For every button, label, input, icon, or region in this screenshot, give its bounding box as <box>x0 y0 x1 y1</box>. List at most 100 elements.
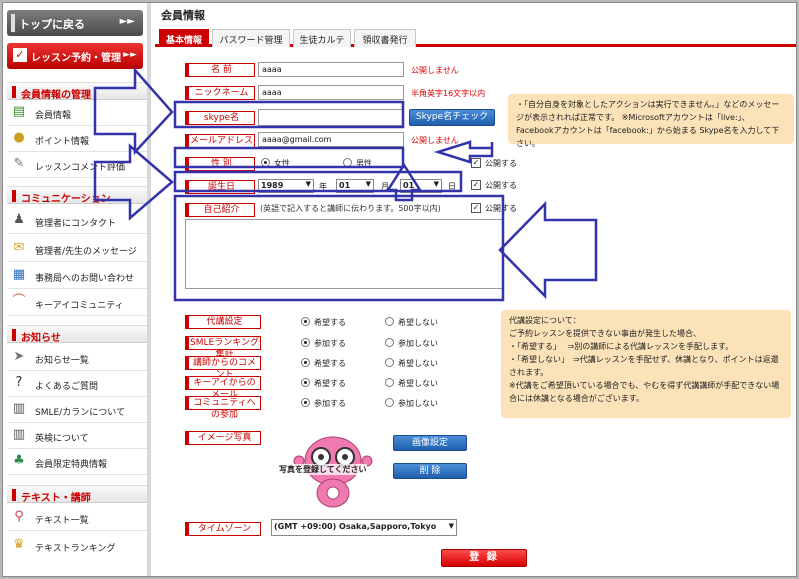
substitute-note-line: 代講設定について： <box>509 316 581 325</box>
image-set-button[interactable]: 画像設定 <box>393 435 467 451</box>
skype-note-box: ・「自分自身を対象としたアクションは実行できません。」などのメッセージが表示され… <box>508 94 794 148</box>
sidebar-item-member-benefits[interactable]: ♣ 会員限定特典情報 <box>7 449 147 475</box>
sidebar-item-member-info[interactable]: ▤ 会員情報 <box>7 100 147 126</box>
substitute-note-line: ・「希望する」 ⇒別の講師による代講レッスンを手配します。 <box>509 342 734 351</box>
double-chevron-icon: ►► <box>119 16 135 27</box>
birth-day-select[interactable]: 01 ▼ <box>400 179 442 193</box>
sidebar: トップに戻る ►► ✓ レッスン予約・管理 ►► 会員情報の管理 ▤ 会員情報 ●… <box>3 3 151 576</box>
sidebar-item-label: よくあるご質問 <box>35 382 99 392</box>
substitute-no-radio[interactable] <box>385 317 394 326</box>
gender-public-checkbox[interactable]: ✓ <box>471 158 481 168</box>
sidebar-item-faq[interactable]: ? よくあるご質問 <box>7 371 147 397</box>
day-unit: 日 <box>448 182 456 191</box>
section-news: お知らせ <box>7 325 147 344</box>
lesson-booking-button[interactable]: ✓ レッスン予約・管理 ►► <box>7 43 143 69</box>
birth-month-select[interactable]: 01 ▼ <box>336 179 374 193</box>
window-frame: トップに戻る ►► ✓ レッスン予約・管理 ►► 会員情報の管理 ▤ 会員情報 ●… <box>2 2 797 577</box>
name-note: 公開しません <box>411 66 459 75</box>
skype-input[interactable] <box>258 109 404 126</box>
community-skip-radio[interactable] <box>385 398 394 407</box>
intro-label: 自己紹介 <box>185 203 255 217</box>
birth-year-value: 1989 <box>261 181 284 190</box>
community-join-radio[interactable] <box>301 398 310 407</box>
keyi-mail-no-radio[interactable] <box>385 378 394 387</box>
gender-male-label: 男性 <box>356 159 372 168</box>
email-input[interactable]: aaaa@gmail.com <box>258 132 404 147</box>
timezone-label: タイムゾーン <box>185 522 261 536</box>
birth-day-value: 01 <box>403 181 415 190</box>
smle-ranking-skip-label: 参加しない <box>398 339 438 348</box>
smle-ranking-join-label: 参加する <box>314 339 346 348</box>
tab-password[interactable]: パスワード管理 <box>212 29 290 47</box>
skype-note-text: ・「自分自身を対象としたアクションは実行できません。」などのメッセージが表示され… <box>516 100 780 148</box>
sidebar-item-news-list[interactable]: ➤ お知らせ一覧 <box>7 345 147 371</box>
keyi-mail-yes-label: 希望する <box>314 379 346 388</box>
main-content: 会員情報 基本情報 パスワード管理 生徒カルテ 領収書発行 名 前 aaaa 公… <box>155 3 796 576</box>
community-join-label: 参加する <box>314 399 346 408</box>
tab-basic-info[interactable]: 基本情報 <box>159 29 209 47</box>
year-unit: 年 <box>319 182 327 191</box>
intro-public-label: 公開する <box>485 204 517 213</box>
teacher-comment-no-radio[interactable] <box>385 358 394 367</box>
smle-ranking-skip-radio[interactable] <box>385 338 394 347</box>
community-skip-label: 参加しない <box>398 399 438 408</box>
birth-year-select[interactable]: 1989 ▼ <box>258 179 314 193</box>
timezone-select[interactable]: (GMT +09:00) Osaka,Sapporo,Tokyo ▼ <box>271 519 457 536</box>
top-page-button[interactable]: トップに戻る ►► <box>7 10 143 36</box>
name-input[interactable]: aaaa <box>258 62 404 77</box>
register-button[interactable]: 登 録 <box>441 549 527 567</box>
sidebar-item-community[interactable]: ⌒ キーアイコミュニティ <box>7 290 147 316</box>
section-text-teacher: テキスト・講師 <box>7 485 147 504</box>
substitute-label: 代講設定 <box>185 315 261 329</box>
sidebar-item-points[interactable]: ● ポイント情報 <box>7 126 147 152</box>
keyi-mail-no-label: 希望しない <box>398 379 438 388</box>
sidebar-item-smle[interactable]: ▥ SMLE/カランについて <box>7 397 147 423</box>
intro-textarea[interactable] <box>185 219 503 289</box>
pencil-icon: ✎ <box>13 156 25 171</box>
sidebar-item-label: SMLE/カランについて <box>35 408 125 418</box>
pin-icon: ⚲ <box>14 509 24 524</box>
intro-hint: (英語で記入すると講師に伝わります。500字以内) <box>260 204 441 213</box>
chevron-down-icon: ▼ <box>365 180 371 188</box>
sidebar-item-text-ranking[interactable]: ♛ テキストランキング <box>7 533 147 559</box>
top-page-label: トップに戻る <box>19 18 85 31</box>
sidebar-item-label: 管理者/先生のメッセージ <box>35 247 137 257</box>
gender-male-radio[interactable] <box>343 158 352 167</box>
gender-female-radio[interactable] <box>261 158 270 167</box>
intro-public-checkbox[interactable]: ✓ <box>471 203 481 213</box>
sidebar-item-label: 管理者にコンタクト <box>35 219 117 229</box>
sidebar-item-office-inquiry[interactable]: ▦ 事務局へのお問い合わせ <box>7 263 147 289</box>
office-icon: ▦ <box>12 267 26 282</box>
section-communication: コミュニケーション <box>7 186 147 205</box>
image-delete-button[interactable]: 削 除 <box>393 463 467 479</box>
sidebar-item-text-list[interactable]: ⚲ テキスト一覧 <box>7 505 147 531</box>
sidebar-item-eiken[interactable]: ▥ 英検について <box>7 423 147 449</box>
sidebar-item-messages[interactable]: ✉ 管理者/先生のメッセージ <box>7 236 147 262</box>
chevron-down-icon: ▼ <box>448 522 454 530</box>
book-icon: ▥ <box>12 401 26 416</box>
sidebar-item-label: テキスト一覧 <box>35 516 89 526</box>
chevron-down-icon: ▼ <box>305 180 311 188</box>
open-book-icon: ▥ <box>12 427 26 442</box>
nickname-input[interactable]: aaaa <box>258 85 404 100</box>
community-label: コミュニティへの参加 <box>185 396 261 420</box>
sidebar-item-contact-admin[interactable]: ♟ 管理者にコンタクト <box>7 208 147 234</box>
paper-plane-icon: ➤ <box>13 349 25 364</box>
bar-icon <box>11 14 15 32</box>
keyi-mail-yes-radio[interactable] <box>301 378 310 387</box>
tab-bar: 基本情報 パスワード管理 生徒カルテ 領収書発行 <box>155 29 796 47</box>
substitute-yes-radio[interactable] <box>301 317 310 326</box>
tab-receipt[interactable]: 領収書発行 <box>354 29 416 47</box>
tab-student-chart[interactable]: 生徒カルテ <box>293 29 351 47</box>
keyi-mail-label: キーアイからのメール <box>185 376 261 400</box>
page-title: 会員情報 <box>161 9 205 22</box>
sidebar-item-label: 会員限定特典情報 <box>35 460 108 470</box>
question-icon: ? <box>15 375 23 390</box>
smle-ranking-join-radio[interactable] <box>301 338 310 347</box>
image-placeholder-text: 写真を登録してください <box>279 464 367 475</box>
smle-ranking-label: SMLEランキング集計 <box>185 336 261 360</box>
teacher-comment-yes-radio[interactable] <box>301 358 310 367</box>
sidebar-item-lesson-comment[interactable]: ✎ レッスンコメント評価 <box>7 152 147 178</box>
birthday-public-checkbox[interactable]: ✓ <box>471 180 481 190</box>
skype-check-button[interactable]: Skype名チェック <box>409 109 495 126</box>
